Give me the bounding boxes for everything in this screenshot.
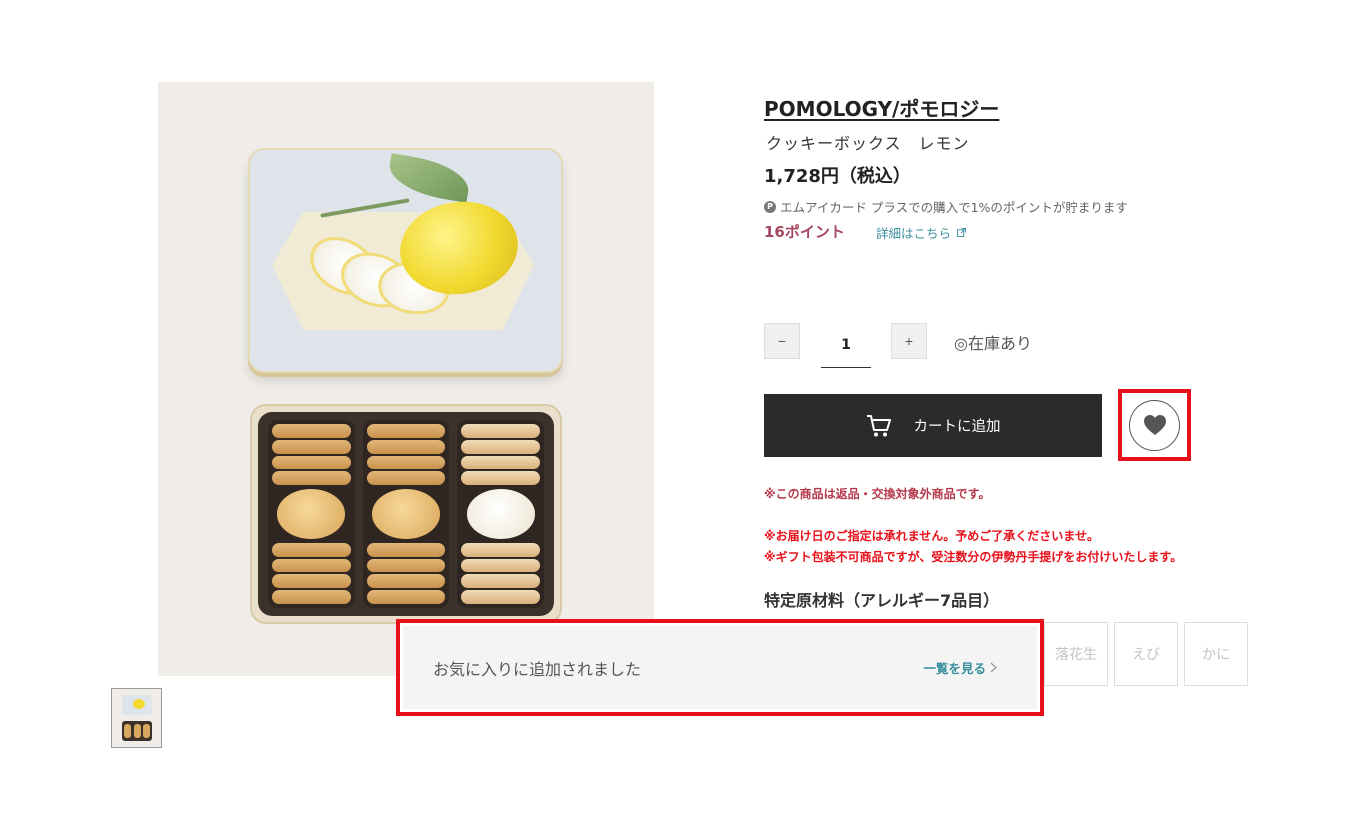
allergy-item: かに bbox=[1184, 622, 1248, 686]
cookie-compartment bbox=[457, 420, 545, 608]
allergy-item: えび bbox=[1114, 622, 1178, 686]
gift-wrap-notice: ※ギフト包装不可商品ですが、受注数分の伊勢丹手提げをお付けいたします。 bbox=[764, 550, 1183, 564]
brand-link[interactable]: POMOLOGY/ポモロジー bbox=[764, 93, 999, 122]
favorite-highlight bbox=[1118, 389, 1191, 461]
product-main-image bbox=[158, 82, 654, 676]
quantity-decrease-button[interactable]: − bbox=[764, 323, 800, 359]
favorite-button[interactable] bbox=[1129, 399, 1180, 451]
return-notice: ※この商品は返品・交換対象外商品です。 bbox=[764, 487, 991, 501]
favorite-toast-highlight: お気に入りに追加されました 一覧を見る bbox=[396, 619, 1044, 716]
points-details-link[interactable]: 詳細はこちら bbox=[876, 223, 967, 242]
delivery-notices: ※お届け日のご指定は承れません。予めご了承くださいませ。 ※ギフト包装不可商品で… bbox=[764, 526, 1182, 568]
external-link-icon bbox=[957, 228, 967, 237]
allergy-item: 落花生 bbox=[1044, 622, 1108, 686]
points-note: P エムアイカード プラスでの購入で1%のポイントが貯まります bbox=[764, 197, 1128, 216]
product-price: 1,728円（税込） bbox=[764, 166, 911, 187]
product-thumbnail[interactable] bbox=[111, 688, 162, 748]
chevron-right-icon bbox=[990, 662, 997, 673]
add-to-cart-label: カートに追加 bbox=[913, 419, 1001, 435]
cart-icon bbox=[866, 414, 891, 436]
quantity-input[interactable] bbox=[821, 322, 871, 368]
heart-icon bbox=[1143, 415, 1166, 435]
cookie-tin bbox=[250, 404, 562, 624]
details-link-label: 詳細はこちら bbox=[876, 226, 952, 241]
cookie-compartment bbox=[268, 420, 355, 608]
delivery-date-notice: ※お届け日のご指定は承れません。予めご了承くださいませ。 bbox=[764, 529, 1099, 543]
cookie-compartment bbox=[362, 420, 450, 608]
favorite-added-toast: お気に入りに追加されました 一覧を見る bbox=[403, 626, 1037, 709]
lemon-leaf bbox=[385, 153, 473, 203]
allergy-title: 特定原材料（アレルギー7品目） bbox=[764, 591, 1000, 610]
points-note-text: エムアイカード プラスでの購入で1%のポイントが貯まります bbox=[780, 200, 1128, 215]
toast-message: お気に入りに追加されました bbox=[433, 659, 642, 679]
view-list-link[interactable]: 一覧を見る bbox=[923, 658, 997, 677]
points-value: 16ポイント bbox=[764, 223, 845, 241]
tin-lid-illustration bbox=[248, 148, 563, 373]
stock-status: ◎在庫あり bbox=[954, 334, 1032, 353]
view-list-label: 一覧を見る bbox=[923, 661, 986, 676]
product-name: クッキーボックス レモン bbox=[766, 134, 970, 153]
point-p-icon: P bbox=[764, 200, 776, 213]
add-to-cart-button[interactable]: カートに追加 bbox=[764, 394, 1102, 457]
quantity-increase-button[interactable]: + bbox=[891, 323, 927, 359]
